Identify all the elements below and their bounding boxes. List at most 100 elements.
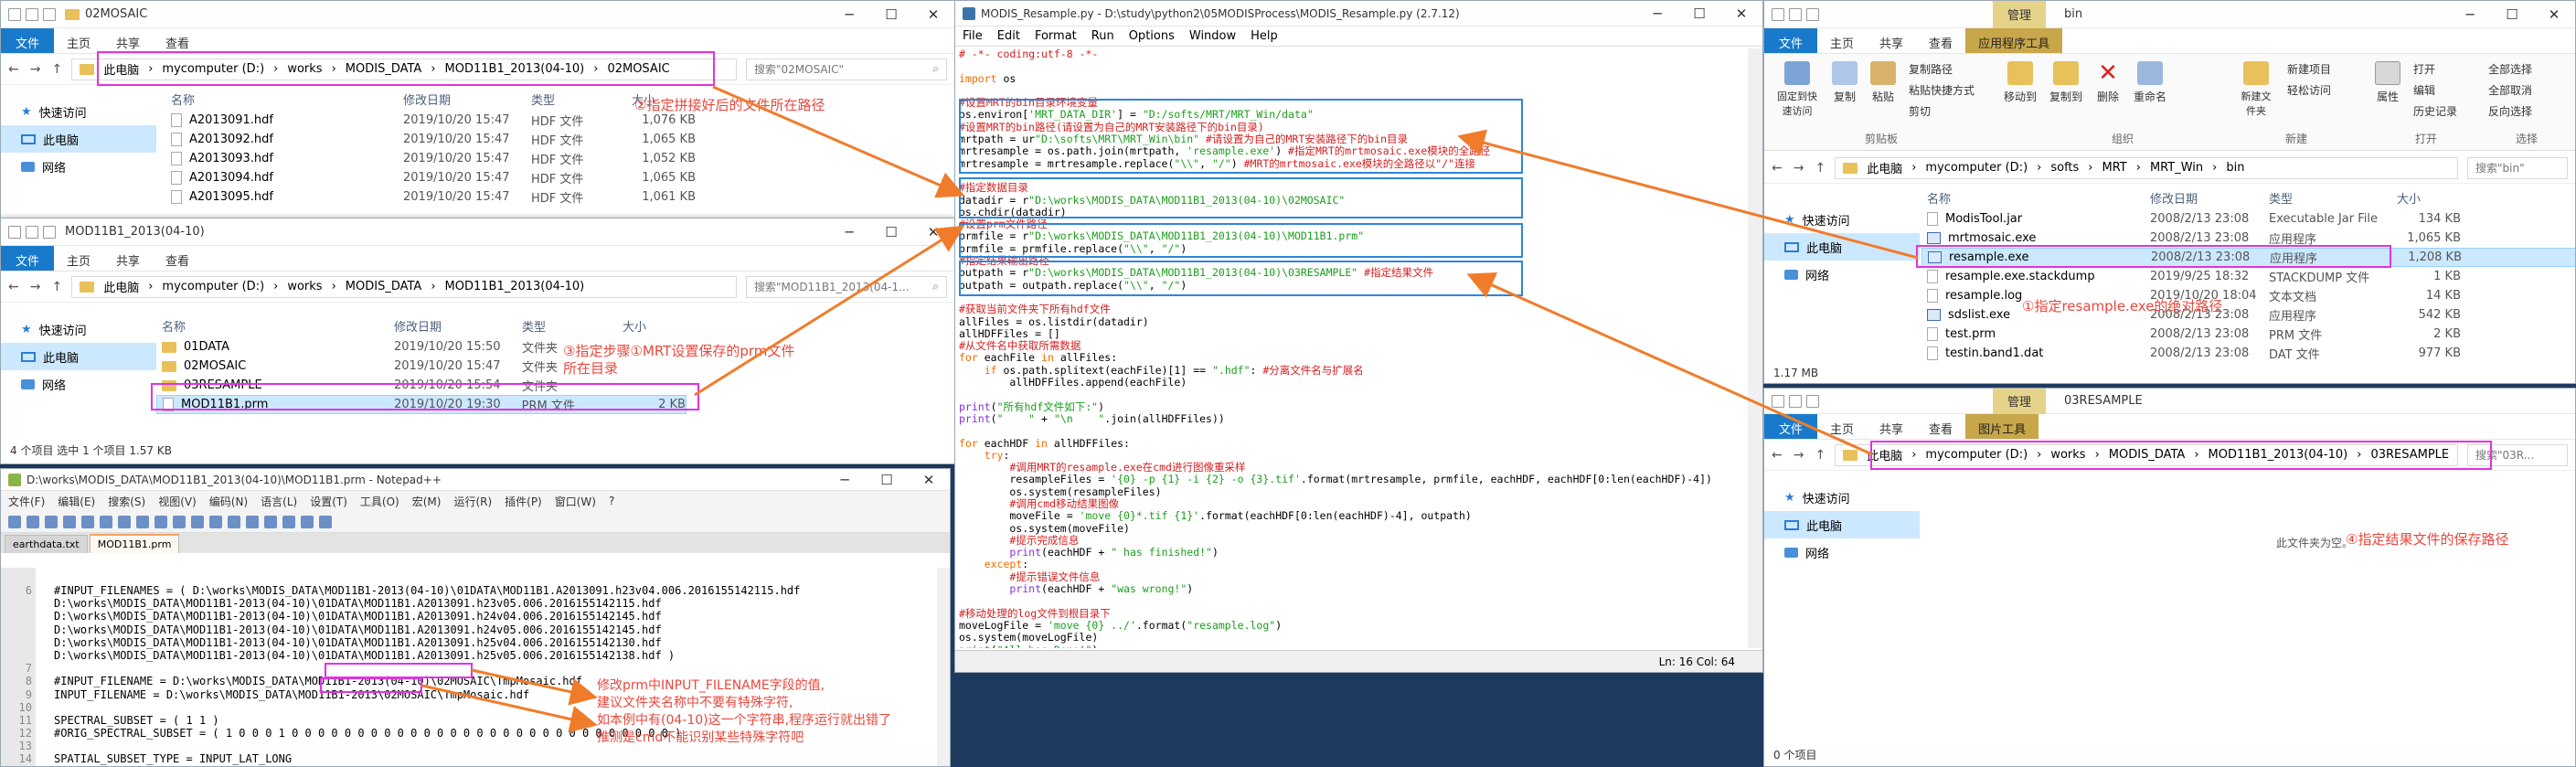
- new-folder-button[interactable]: 新建文件夹: [2238, 61, 2274, 118]
- menu-item[interactable]: 窗口(W): [555, 494, 596, 509]
- rename-button[interactable]: 重命名: [2134, 61, 2166, 104]
- menu-item[interactable]: Options: [1129, 29, 1175, 43]
- sidebar-item-this-pc[interactable]: 此电脑: [1764, 233, 1920, 261]
- back-icon[interactable]: ←: [8, 280, 19, 294]
- menu-item[interactable]: Help: [1251, 29, 1278, 43]
- file-row[interactable]: A2013092.hdf 2019/10/20 15:47 HDF 文件 1,065 …: [165, 130, 696, 149]
- select-none-button[interactable]: 全部取消: [2488, 82, 2532, 98]
- tab-view[interactable]: 查看: [1916, 28, 1965, 53]
- tab-mod11b1-prm[interactable]: MOD11B1.prm: [89, 534, 180, 553]
- breadcrumb[interactable]: MRT: [2102, 161, 2127, 175]
- title-bar[interactable]: 管理 bin ─ ☐ ✕: [1764, 1, 2575, 28]
- file-row[interactable]: ModisTool.jar 2008/2/13 23:08 Executable J…: [1921, 209, 2575, 229]
- tab-view[interactable]: 查看: [153, 28, 202, 53]
- file-row[interactable]: testin.band1.dat 2008/2/13 23:08 DAT 文件 977…: [1921, 344, 2575, 363]
- column-header-type[interactable]: 类型: [531, 91, 632, 108]
- tab-file[interactable]: 文件: [1764, 414, 1818, 439]
- menu-item[interactable]: 语言(L): [261, 494, 297, 509]
- redo-icon[interactable]: [191, 515, 204, 528]
- breadcrumb[interactable]: bin: [2226, 161, 2244, 175]
- column-header-date[interactable]: 修改日期: [394, 317, 522, 335]
- title-bar[interactable]: D:\works\MODIS_DATA\MOD11B1_2013(04-10)\…: [1, 469, 950, 491]
- sidebar-item-quick-access[interactable]: ★ 快速访问: [1, 315, 156, 343]
- play-macro-icon[interactable]: [319, 515, 332, 528]
- paste-shortcut-button[interactable]: 粘贴快捷方式: [1909, 82, 1975, 98]
- menu-item[interactable]: 宏(M): [412, 494, 442, 509]
- maximize-icon[interactable]: ☐: [870, 224, 912, 240]
- minimize-icon[interactable]: ─: [2449, 6, 2491, 23]
- sidebar-item-network[interactable]: 网络: [1, 153, 156, 180]
- file-row[interactable]: A2013091.hdf 2019/10/20 15:47 HDF 文件 1,076 …: [165, 111, 696, 130]
- menu-item[interactable]: 设置(T): [310, 494, 347, 509]
- file-row[interactable]: resample.log 2019/10/20 18:04 文本文档 14 KB: [1921, 286, 2575, 305]
- tab-view[interactable]: 查看: [153, 246, 202, 271]
- breadcrumb[interactable]: 此电脑: [1867, 159, 1902, 176]
- new-item-button[interactable]: 新建项目: [2287, 61, 2331, 77]
- tab-share[interactable]: 共享: [1867, 414, 1916, 439]
- zoom-in-icon[interactable]: [246, 515, 259, 528]
- file-row[interactable]: test.prm 2008/2/13 23:08 PRM 文件 2 KB: [1921, 325, 2575, 344]
- tab-file[interactable]: 文件: [1, 28, 55, 53]
- menu-item[interactable]: 搜索(S): [108, 494, 145, 509]
- close-icon[interactable]: ✕: [2533, 6, 2575, 23]
- title-bar[interactable]: 管理 03RESAMPLE: [1764, 389, 2575, 414]
- up-icon[interactable]: ↑: [1815, 448, 1826, 463]
- quick-access-toolbar[interactable]: [8, 225, 56, 239]
- column-header-type[interactable]: 类型: [522, 317, 623, 335]
- sidebar-item-this-pc[interactable]: 此电脑: [1, 343, 156, 370]
- context-tab-manage[interactable]: 管理: [1993, 1, 2047, 28]
- menu-item[interactable]: ?: [609, 495, 614, 507]
- context-tab-manage[interactable]: 管理: [1993, 389, 2047, 414]
- sidebar-item-quick-access[interactable]: ★ 快速访问: [1764, 206, 1920, 233]
- move-to-button[interactable]: 移动到: [2004, 61, 2037, 104]
- quick-access-toolbar[interactable]: [1772, 7, 1819, 21]
- breadcrumb[interactable]: works: [287, 280, 322, 293]
- tab-file[interactable]: 文件: [1, 246, 55, 271]
- tab-home[interactable]: 主页: [54, 28, 103, 53]
- find-icon[interactable]: [209, 515, 222, 528]
- column-header-size[interactable]: 大小: [623, 317, 687, 335]
- copy-to-button[interactable]: 复制到: [2049, 61, 2082, 104]
- title-bar[interactable]: MODIS_Resample.py - D:\study\python2\05M…: [955, 1, 1762, 27]
- minimize-icon[interactable]: ─: [1636, 5, 1678, 22]
- quick-access-toolbar[interactable]: [8, 7, 56, 21]
- back-icon[interactable]: ←: [1772, 161, 1783, 176]
- back-icon[interactable]: ←: [1772, 448, 1783, 463]
- column-header-date[interactable]: 修改日期: [2150, 189, 2269, 207]
- vertical-scrollbar[interactable]: [1748, 48, 1762, 648]
- column-header-name[interactable]: 名称: [156, 317, 394, 335]
- column-header-date[interactable]: 修改日期: [403, 91, 531, 108]
- menu-item[interactable]: File: [963, 29, 983, 43]
- breadcrumb[interactable]: mycomputer (D:): [1925, 161, 2028, 175]
- sidebar-item-quick-access[interactable]: ★ 快速访问: [1764, 484, 1920, 511]
- select-all-button[interactable]: 全部选择: [2488, 61, 2532, 77]
- maximize-icon[interactable]: ☐: [866, 472, 908, 488]
- copy-icon[interactable]: [136, 515, 149, 528]
- column-header-size[interactable]: 大小: [2397, 189, 2461, 207]
- tab-app-tools[interactable]: 应用程序工具: [1965, 28, 2063, 53]
- tab-file[interactable]: 文件: [1764, 28, 1818, 53]
- open-icon[interactable]: [27, 515, 39, 528]
- breadcrumb[interactable]: softs: [2050, 161, 2079, 175]
- close-icon[interactable]: ✕: [908, 472, 950, 488]
- quick-access-toolbar[interactable]: [1772, 394, 1819, 408]
- title-bar[interactable]: 02MOSAIC ─ ☐ ✕: [1, 1, 954, 28]
- close-icon[interactable]: ✕: [1720, 5, 1762, 22]
- undo-icon[interactable]: [173, 515, 186, 528]
- minimize-icon[interactable]: ─: [828, 6, 870, 23]
- record-macro-icon[interactable]: [301, 515, 314, 528]
- sidebar-item-network[interactable]: 网络: [1764, 261, 1920, 288]
- invert-selection-button[interactable]: 反向选择: [2488, 103, 2532, 119]
- breadcrumb[interactable]: MODIS_DATA: [346, 280, 422, 293]
- tab-view[interactable]: 查看: [1916, 414, 1965, 439]
- copy-button[interactable]: 复制: [1832, 61, 1857, 104]
- paste-button[interactable]: 粘贴: [1870, 61, 1896, 104]
- tab-share[interactable]: 共享: [103, 28, 153, 53]
- tab-picture-tools[interactable]: 图片工具: [1965, 414, 2039, 439]
- maximize-icon[interactable]: ☐: [870, 6, 912, 23]
- paste-icon[interactable]: [154, 515, 167, 528]
- address-path[interactable]: 此电脑 › mycomputer (D:) › works › MODIS_DATA ›…: [71, 275, 737, 298]
- save-icon[interactable]: [45, 515, 58, 528]
- menu-item[interactable]: 编码(N): [209, 494, 248, 509]
- forward-icon[interactable]: →: [1794, 161, 1804, 176]
